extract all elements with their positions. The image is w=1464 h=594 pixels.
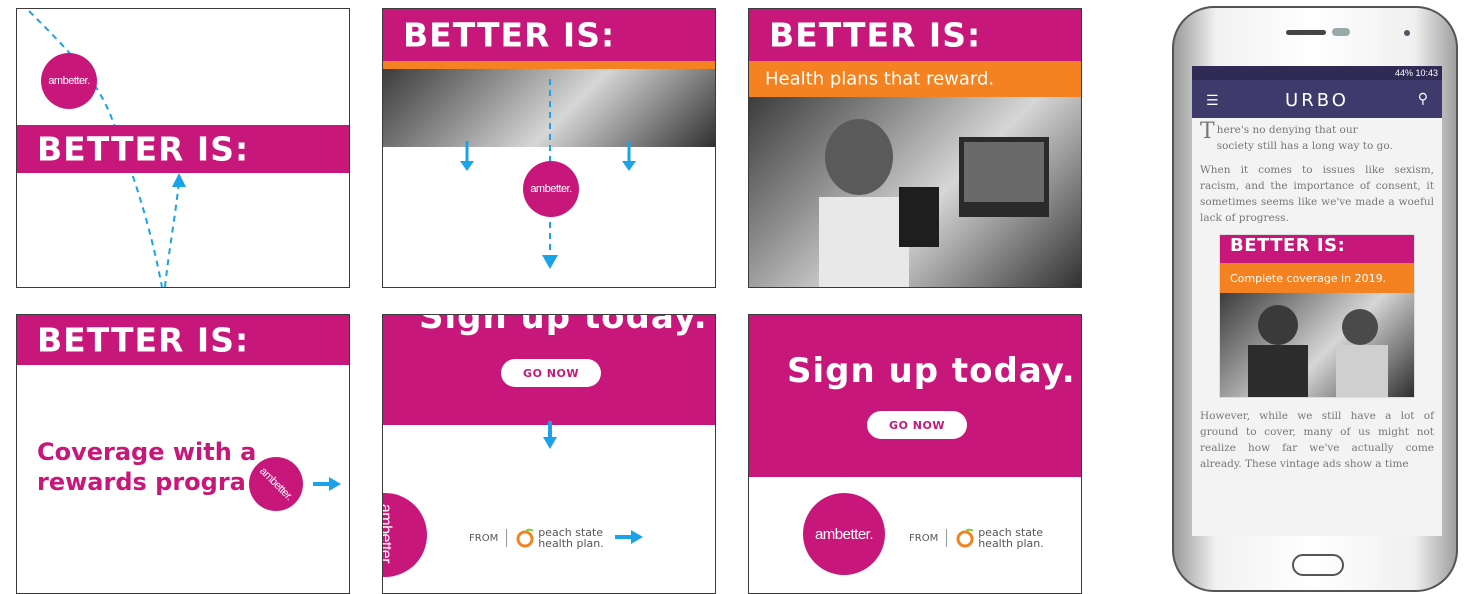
storyboard-frame-5: Sign up today. GO NOW ambetter. FROM pea… (382, 314, 716, 594)
go-now-button[interactable]: GO NOW (501, 359, 601, 387)
arrow-down-icon (543, 421, 557, 449)
cta-text: Sign up today. (787, 351, 1076, 391)
peach-icon (956, 528, 974, 548)
arrow-right-icon (313, 477, 341, 491)
phone-mockup: 44% 10:43 ☰ URBO ⚲ There's no denying th… (1172, 6, 1458, 592)
phone-screen: 44% 10:43 ☰ URBO ⚲ There's no denying th… (1192, 66, 1442, 536)
ambetter-logo: ambetter. (383, 493, 427, 577)
arrow-right-icon (615, 530, 643, 544)
peach-icon (516, 528, 534, 548)
partner-lockup: FROM peach state health plan. (909, 526, 1044, 550)
tagline-strip: Health plans that reward. (749, 61, 1081, 97)
app-title: URBO (1285, 90, 1349, 111)
front-camera (1332, 28, 1350, 36)
headline-bar: BETTER IS: (17, 125, 349, 173)
partner-lockup: FROM peach state health plan. (469, 526, 604, 550)
cta-text: Sign up today. (419, 314, 708, 337)
tagline-text: Health plans that reward. (765, 68, 995, 90)
ad-headline: BETTER IS: (1230, 235, 1346, 256)
ad-tagline: Complete coverage in 2019. (1230, 272, 1387, 285)
cta-panel: Sign up today. GO NOW (383, 315, 715, 425)
ambetter-logo: ambetter. (41, 53, 97, 109)
article-paragraph: When it comes to issues like sexism, rac… (1200, 164, 1434, 224)
storyboard-frame-4: BETTER IS: Coverage with a rewards progr… (16, 314, 350, 594)
search-icon[interactable]: ⚲ (1418, 90, 1428, 107)
article-paragraph: However, while we still have a lot of gr… (1200, 410, 1434, 470)
headline-bar: BETTER IS: (749, 9, 1081, 61)
storyboard-frame-2: BETTER IS: ambetter. (382, 8, 716, 288)
photo-shapes (819, 119, 1049, 287)
cta-panel: Sign up today. GO NOW (749, 315, 1081, 477)
embedded-ad[interactable]: BETTER IS: Complete coverage in 2019. (1219, 234, 1415, 398)
storyboard-frame-1: ambetter. BETTER IS: (16, 8, 350, 288)
ad-photo (1220, 293, 1414, 397)
cashier-photo (749, 97, 1081, 287)
motion-arrows (460, 79, 636, 269)
headline-bar: BETTER IS: (17, 315, 349, 365)
status-bar: 44% 10:43 (1192, 66, 1442, 80)
sensor (1404, 30, 1410, 36)
storyboard-frame-3: BETTER IS: Health plans that reward. (748, 8, 1082, 288)
coverage-text: Coverage with a rewards progra (37, 438, 257, 496)
storyboard-frame-6: Sign up today. GO NOW ambetter. FROM pea… (748, 314, 1082, 594)
article-intro: There's no denying that our society still… (1200, 119, 1393, 153)
earpiece (1286, 30, 1326, 35)
home-button[interactable] (1292, 554, 1344, 576)
go-now-button[interactable]: GO NOW (867, 411, 967, 439)
app-bar: ☰ URBO ⚲ (1192, 80, 1442, 118)
ambetter-logo: ambetter. (803, 493, 885, 575)
article-body: There's no denying that our society still… (1192, 118, 1442, 484)
ambetter-logo: ambetter. (523, 161, 579, 217)
